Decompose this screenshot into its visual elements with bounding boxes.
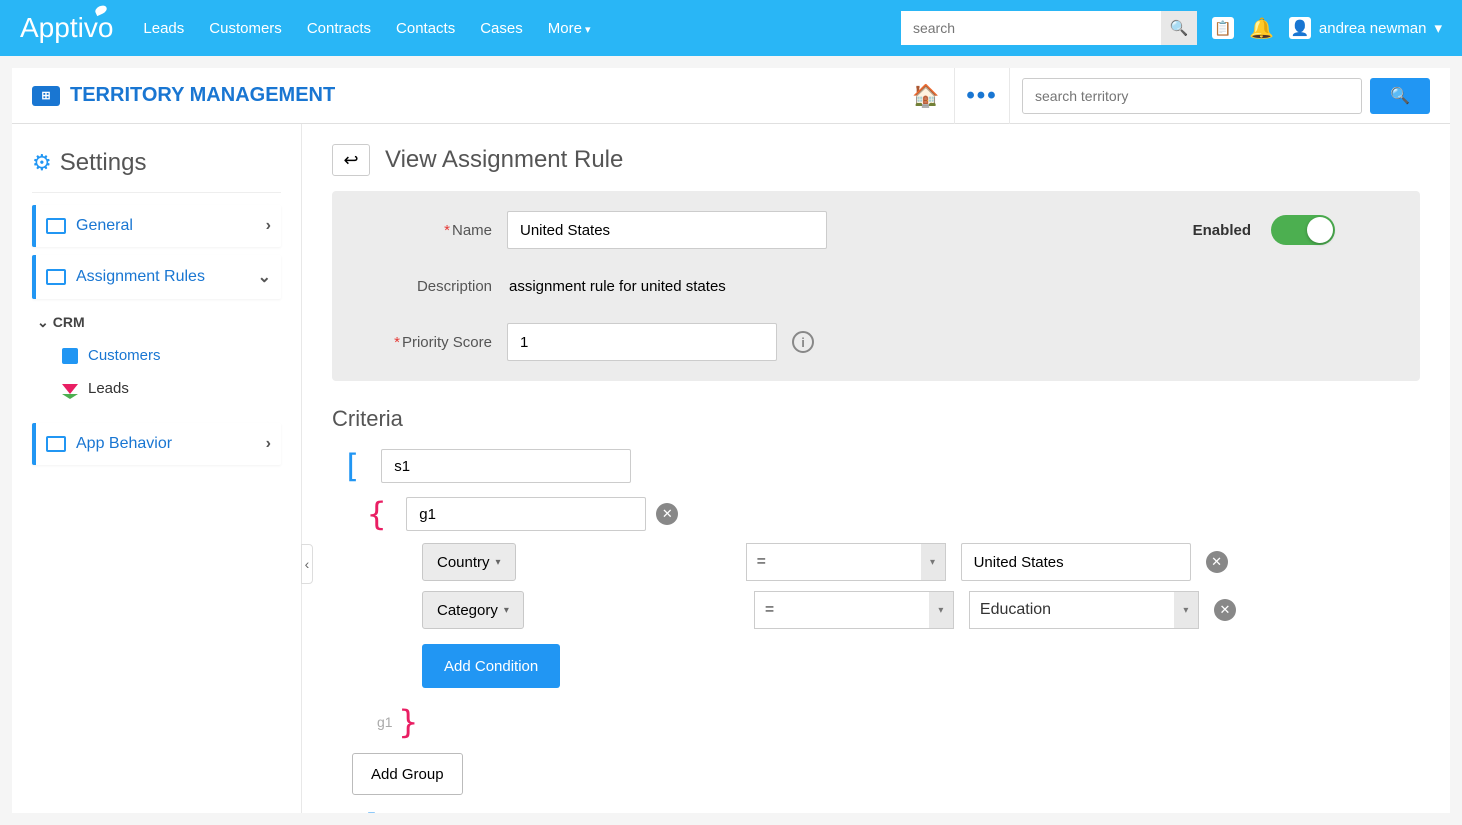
nav-customers[interactable]: Customers <box>209 20 282 37</box>
top-navbar: Apptivo Leads Customers Contracts Contac… <box>0 0 1462 56</box>
caret-down-icon: ▾ <box>929 592 953 628</box>
condition-value-select[interactable]: Education ▾ <box>969 591 1199 629</box>
criteria-block: [ { ✕ Country = ▾ ✕ Categor <box>332 447 1420 813</box>
page-title: View Assignment Rule <box>385 146 623 174</box>
search-icon: 🔍 <box>1390 88 1410 105</box>
back-button[interactable]: ↩ <box>332 144 370 176</box>
operator-select[interactable]: = ▾ <box>746 543 946 581</box>
description-input[interactable] <box>507 267 1327 305</box>
sidebar-title: ⚙ Settings <box>32 149 281 177</box>
topnav-links: Leads Customers Contracts Contacts Cases… <box>143 20 901 37</box>
chevron-right-icon: › <box>266 217 271 235</box>
delete-condition-icon[interactable]: ✕ <box>1214 599 1236 621</box>
name-input[interactable] <box>507 211 827 249</box>
sidebar-item-customers[interactable]: Customers <box>32 339 281 372</box>
sidebar-item-general[interactable]: General › <box>32 205 281 247</box>
enabled-label: Enabled <box>1193 222 1251 239</box>
enabled-toggle[interactable] <box>1271 215 1335 245</box>
add-group-button[interactable]: Add Group <box>352 753 463 795</box>
close-group-brace-icon: } <box>399 703 418 741</box>
calendar-icon[interactable]: 📋 <box>1212 17 1234 39</box>
criteria-title: Criteria <box>332 406 1420 432</box>
main-content: ↩ View Assignment Rule *Name Enabled Des… <box>302 124 1450 813</box>
chevron-down-icon: ▾ <box>1434 19 1442 37</box>
condition-value-input[interactable] <box>961 543 1191 581</box>
avatar-icon: 👤 <box>1289 17 1311 39</box>
delete-condition-icon[interactable]: ✕ <box>1206 551 1228 573</box>
info-icon[interactable]: i <box>792 331 814 353</box>
description-label: Description <box>357 278 507 295</box>
sidebar-item-app-behavior[interactable]: App Behavior › <box>32 423 281 465</box>
priority-input[interactable] <box>507 323 777 361</box>
open-group-brace-icon: { <box>367 495 386 533</box>
global-search: 🔍 <box>901 11 1197 45</box>
global-search-input[interactable] <box>901 11 1161 45</box>
user-menu[interactable]: 👤 andrea newman ▾ <box>1289 17 1442 39</box>
general-icon <box>46 218 66 234</box>
add-condition-button[interactable]: Add Condition <box>422 644 560 688</box>
app-title: ⊞ TERRITORY MANAGEMENT <box>32 84 335 107</box>
nav-contracts[interactable]: Contracts <box>307 20 371 37</box>
global-search-button[interactable]: 🔍 <box>1161 11 1197 45</box>
condition-row: Category = ▾ Education ▾ ✕ <box>422 591 1420 629</box>
territory-icon: ⊞ <box>32 86 60 106</box>
territory-search-button[interactable]: 🔍 <box>1370 78 1430 114</box>
caret-down-icon: ▾ <box>921 544 945 580</box>
home-icon[interactable]: 🏠 <box>898 68 954 124</box>
settings-sidebar: ⚙ Settings General › Assignment Rules ⌄ … <box>12 124 302 813</box>
sidebar-collapse-handle[interactable]: ‹ <box>301 544 313 584</box>
sidebar-item-assignment-rules[interactable]: Assignment Rules ⌄ <box>32 255 281 299</box>
rules-icon <box>46 269 66 285</box>
app-behavior-icon <box>46 436 66 452</box>
customers-icon <box>62 348 78 364</box>
caret-down-icon: ▾ <box>1174 592 1198 628</box>
nav-cases[interactable]: Cases <box>480 20 523 37</box>
notifications-icon[interactable]: 🔔 <box>1249 16 1274 41</box>
username: andrea newman <box>1319 20 1427 37</box>
more-actions-icon[interactable]: ••• <box>954 68 1010 124</box>
name-label: *Name <box>357 222 507 239</box>
condition-row: Country = ▾ ✕ <box>422 543 1420 581</box>
search-icon: 🔍 <box>1170 20 1189 37</box>
sidebar-item-leads[interactable]: Leads <box>32 372 281 405</box>
nav-contacts[interactable]: Contacts <box>396 20 455 37</box>
operator-select[interactable]: = ▾ <box>754 591 954 629</box>
nav-more[interactable]: More <box>548 20 591 37</box>
close-set-bracket-icon: ] <box>363 807 382 813</box>
territory-search-input[interactable] <box>1022 78 1362 114</box>
chevron-right-icon: › <box>266 435 271 453</box>
priority-label: *Priority Score <box>357 334 507 351</box>
gear-icon: ⚙ <box>32 150 52 176</box>
rule-form: *Name Enabled Description *Priority Scor… <box>332 191 1420 381</box>
funnel-icon <box>62 384 78 394</box>
nav-leads[interactable]: Leads <box>143 20 184 37</box>
group-close-label: g1 <box>377 714 393 730</box>
delete-group-icon[interactable]: ✕ <box>656 503 678 525</box>
app-header: ⊞ TERRITORY MANAGEMENT 🏠 ••• 🔍 <box>12 68 1450 124</box>
set-name-input[interactable] <box>381 449 631 483</box>
sidebar-crm-header[interactable]: CRM <box>37 314 281 331</box>
group-name-input[interactable] <box>406 497 646 531</box>
back-arrow-icon: ↩ <box>343 150 358 171</box>
open-set-bracket-icon: [ <box>342 447 361 485</box>
chevron-down-icon: ⌄ <box>258 267 271 287</box>
field-select-country[interactable]: Country <box>422 543 516 581</box>
logo: Apptivo <box>20 12 113 44</box>
field-select-category[interactable]: Category <box>422 591 524 629</box>
